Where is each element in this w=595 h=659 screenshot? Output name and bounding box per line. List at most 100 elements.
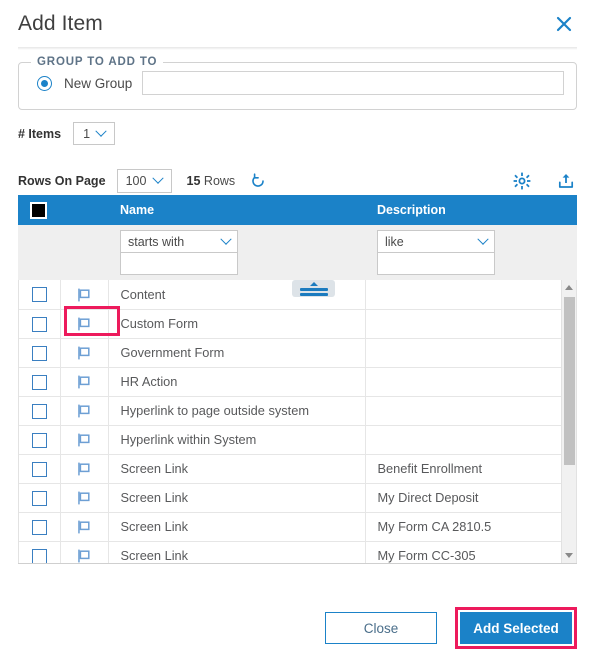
row-name-cell: Custom Form [108, 309, 366, 339]
chevron-down-icon [152, 172, 165, 184]
row-checkbox-cell[interactable] [19, 541, 61, 563]
row-count-number: 15 [186, 174, 201, 188]
row-name-cell: Hyperlink to page outside system [108, 396, 366, 426]
flag-icon[interactable] [76, 345, 92, 361]
table-scrollbar[interactable] [561, 280, 576, 563]
row-checkbox[interactable] [31, 345, 47, 361]
close-button[interactable]: Close [325, 612, 437, 644]
row-checkbox[interactable] [31, 548, 47, 563]
refresh-icon[interactable] [250, 173, 266, 189]
row-checkbox[interactable] [31, 490, 47, 506]
flag-icon[interactable] [76, 287, 92, 303]
upload-icon[interactable] [555, 170, 577, 192]
row-icon-cell[interactable] [60, 425, 109, 455]
row-icon-cell[interactable] [60, 454, 109, 484]
grid-area: Rows On Page 100 15 Rows Name Descriptio… [0, 167, 595, 564]
row-icon-cell[interactable] [60, 338, 109, 368]
table-row[interactable]: Hyperlink within System [19, 425, 576, 455]
row-icon-cell[interactable] [60, 280, 109, 310]
new-group-label: New Group [64, 75, 133, 91]
flag-icon[interactable] [76, 316, 92, 332]
items-count-select[interactable]: 1 [73, 122, 116, 145]
add-item-dialog: Add Item GROUP TO ADD TO New Group # Ite… [0, 0, 595, 659]
flag-icon[interactable] [76, 432, 92, 448]
new-group-radio[interactable] [37, 75, 52, 91]
row-checkbox-cell[interactable] [19, 512, 61, 542]
row-icon-cell[interactable] [60, 309, 109, 339]
column-resize-handle[interactable] [292, 280, 335, 297]
row-icon-cell[interactable] [60, 512, 109, 542]
row-name-cell: Screen Link [108, 454, 366, 484]
table-row[interactable]: Screen Link My Direct Deposit [19, 483, 576, 513]
row-icon-cell[interactable] [60, 367, 109, 397]
table-row[interactable]: Screen Link My Form CA 2810.5 [19, 512, 576, 542]
row-icon-cell[interactable] [60, 483, 109, 513]
row-description-cell [365, 338, 576, 368]
table-row[interactable]: Hyperlink to page outside system [19, 396, 576, 426]
flag-icon[interactable] [76, 461, 92, 477]
flag-icon[interactable] [76, 374, 92, 390]
header-divider [18, 47, 577, 50]
row-checkbox[interactable] [31, 374, 47, 390]
row-checkbox[interactable] [31, 403, 47, 419]
group-name-input[interactable] [142, 71, 564, 95]
flag-icon[interactable] [76, 403, 92, 419]
chevron-down-icon [220, 233, 232, 245]
flag-icon[interactable] [76, 548, 92, 563]
select-all-checkbox[interactable] [30, 201, 47, 219]
rows-on-page-select[interactable]: 100 [116, 169, 172, 193]
name-filter-input[interactable] [120, 253, 238, 275]
flag-icon[interactable] [76, 519, 92, 535]
description-column-header[interactable]: Description [365, 195, 577, 225]
row-checkbox[interactable] [31, 287, 47, 303]
table-row[interactable]: Custom Form [19, 309, 576, 339]
scroll-up-arrow[interactable] [562, 280, 576, 295]
row-icon-cell[interactable] [60, 541, 109, 563]
select-all-header[interactable] [18, 195, 60, 225]
table-bottom-border [18, 563, 577, 564]
group-section: GROUP TO ADD TO New Group [0, 47, 595, 110]
row-description-cell [365, 280, 576, 310]
chevron-down-icon [477, 233, 489, 245]
row-icon-cell[interactable] [60, 396, 109, 426]
table-row[interactable]: Government Form [19, 338, 576, 368]
new-group-row: New Group [31, 71, 564, 95]
row-checkbox[interactable] [31, 461, 47, 477]
row-description-cell [365, 425, 576, 455]
row-checkbox-cell[interactable] [19, 454, 61, 484]
table-row[interactable]: Screen Link My Form CC-305 [19, 541, 576, 563]
handle-bar [299, 287, 328, 291]
row-checkbox[interactable] [31, 316, 47, 332]
items-table: Name Description starts with like Conten… [18, 195, 577, 564]
row-checkbox[interactable] [31, 519, 47, 535]
description-filter-operator[interactable]: like [377, 230, 495, 253]
rows-on-page-label: Rows On Page [18, 174, 106, 188]
row-description-cell [365, 396, 576, 426]
description-filter-input[interactable] [377, 253, 495, 275]
flag-icon[interactable] [76, 490, 92, 506]
row-checkbox-cell[interactable] [19, 483, 61, 513]
table-row[interactable]: HR Action [19, 367, 576, 397]
items-row: # Items 1 [0, 110, 595, 145]
row-checkbox-cell[interactable] [19, 280, 61, 310]
scrollbar-thumb[interactable] [564, 297, 575, 465]
row-name-cell: Screen Link [108, 512, 366, 542]
dialog-header: Add Item [0, 0, 595, 47]
row-checkbox-cell[interactable] [19, 367, 61, 397]
add-selected-button[interactable]: Add Selected [460, 612, 572, 644]
gear-icon[interactable] [511, 170, 533, 192]
scroll-down-arrow[interactable] [562, 548, 576, 563]
row-checkbox-cell[interactable] [19, 309, 61, 339]
items-table-body: Content Custom Form Government Form HR Acti… [19, 280, 576, 563]
icon-column-header [60, 195, 108, 225]
row-checkbox-cell[interactable] [19, 425, 61, 455]
row-checkbox-cell[interactable] [19, 396, 61, 426]
row-description-cell: My Direct Deposit [365, 483, 576, 513]
row-checkbox-cell[interactable] [19, 338, 61, 368]
description-filter-operator-value: like [385, 234, 404, 249]
name-column-header[interactable]: Name [108, 195, 365, 225]
close-icon[interactable] [551, 11, 577, 37]
table-row[interactable]: Screen Link Benefit Enrollment [19, 454, 576, 484]
row-checkbox[interactable] [31, 432, 47, 448]
name-filter-operator[interactable]: starts with [120, 230, 238, 253]
